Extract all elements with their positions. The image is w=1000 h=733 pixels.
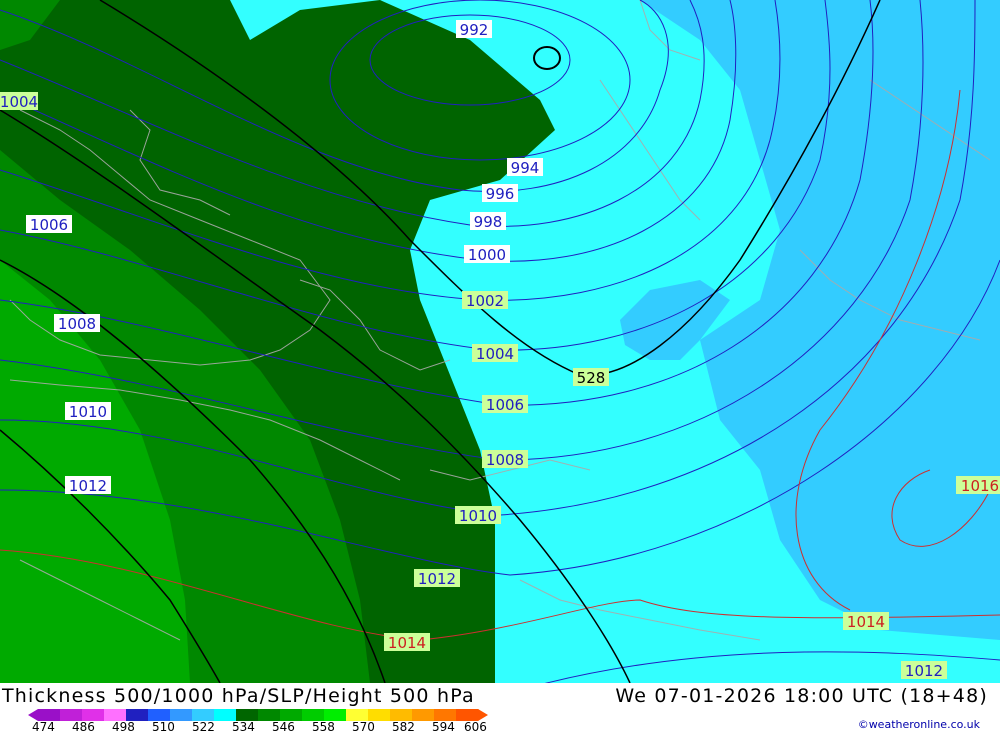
svg-text:1012: 1012 bbox=[905, 662, 943, 680]
valid-datetime: We 07-01-2026 18:00 UTC (18+48) bbox=[615, 685, 988, 707]
svg-text:994: 994 bbox=[511, 159, 540, 177]
svg-text:528: 528 bbox=[577, 369, 606, 387]
svg-text:1012: 1012 bbox=[69, 477, 107, 495]
isobar-label-1010: 1010 bbox=[455, 506, 501, 525]
isobar-label-998: 998 bbox=[470, 212, 506, 231]
isobar-label-1010-left: 1010 bbox=[65, 402, 111, 421]
svg-text:1004: 1004 bbox=[476, 345, 514, 363]
svg-text:998: 998 bbox=[474, 213, 503, 231]
isobar-label-1012-left: 1012 bbox=[65, 476, 111, 495]
isobar-label-992: 992 bbox=[456, 20, 492, 39]
isobar-label-1014: 1014 bbox=[384, 633, 430, 652]
svg-text:1016: 1016 bbox=[961, 477, 999, 495]
isobar-label-1002: 1002 bbox=[462, 291, 508, 310]
isobar-label-1006: 1006 bbox=[482, 395, 528, 414]
svg-text:1014: 1014 bbox=[847, 613, 885, 631]
svg-text:1002: 1002 bbox=[466, 292, 504, 310]
legend-tick-label: 498 bbox=[112, 720, 135, 732]
isobar-label-994: 994 bbox=[507, 158, 543, 177]
svg-text:1006: 1006 bbox=[30, 216, 68, 234]
isobar-label-996: 996 bbox=[482, 184, 518, 203]
svg-text:1000: 1000 bbox=[468, 246, 506, 264]
legend-tick-label: 582 bbox=[392, 720, 415, 732]
legend-tick-label: 534 bbox=[232, 720, 255, 732]
isobar-label-1012: 1012 bbox=[414, 569, 460, 588]
svg-text:1008: 1008 bbox=[486, 451, 524, 469]
isobar-label-1014-right: 1014 bbox=[843, 612, 889, 631]
legend-tick-label: 606 bbox=[464, 720, 487, 732]
legend-tick-label: 486 bbox=[72, 720, 95, 732]
svg-text:1006: 1006 bbox=[486, 396, 524, 414]
legend-tick-label: 594 bbox=[432, 720, 455, 732]
legend-tick-label: 522 bbox=[192, 720, 215, 732]
isobar-label-1004-left: 1004 bbox=[0, 92, 38, 111]
isobar-label-1016: 1016 bbox=[956, 476, 1000, 495]
weather-map: 992 994 996 998 1000 1002 1004 1004 1006… bbox=[0, 0, 1000, 683]
svg-text:1010: 1010 bbox=[69, 403, 107, 421]
legend-tick-label: 546 bbox=[272, 720, 295, 732]
height-label-528: 528 bbox=[573, 368, 609, 387]
svg-text:1010: 1010 bbox=[459, 507, 497, 525]
footer: Thickness 500/1000 hPa/SLP/Height 500 hP… bbox=[0, 683, 1000, 733]
legend-tick-label: 570 bbox=[352, 720, 375, 732]
svg-text:1008: 1008 bbox=[58, 315, 96, 333]
svg-text:1012: 1012 bbox=[418, 570, 456, 588]
map-title: Thickness 500/1000 hPa/SLP/Height 500 hP… bbox=[2, 685, 475, 707]
isobar-label-1008-left: 1008 bbox=[54, 314, 100, 333]
isobar-label-1008: 1008 bbox=[482, 450, 528, 469]
isobar-label-1012-right: 1012 bbox=[901, 661, 947, 680]
svg-text:1014: 1014 bbox=[388, 634, 426, 652]
svg-text:992: 992 bbox=[460, 21, 489, 39]
thickness-color-legend: 474 486 498 510 522 534 546 558 570 582 594 606 bbox=[28, 709, 488, 732]
isobar-label-1004: 1004 bbox=[472, 344, 518, 363]
site-credit[interactable]: ©weatheronline.co.uk bbox=[858, 718, 980, 731]
svg-text:996: 996 bbox=[486, 185, 515, 203]
isobar-label-1000: 1000 bbox=[464, 245, 510, 264]
legend-tick-label: 510 bbox=[152, 720, 175, 732]
isobar-label-1006-left: 1006 bbox=[26, 215, 72, 234]
legend-tick-label: 558 bbox=[312, 720, 335, 732]
svg-text:1004: 1004 bbox=[0, 93, 38, 111]
legend-tick-label: 474 bbox=[32, 720, 55, 732]
